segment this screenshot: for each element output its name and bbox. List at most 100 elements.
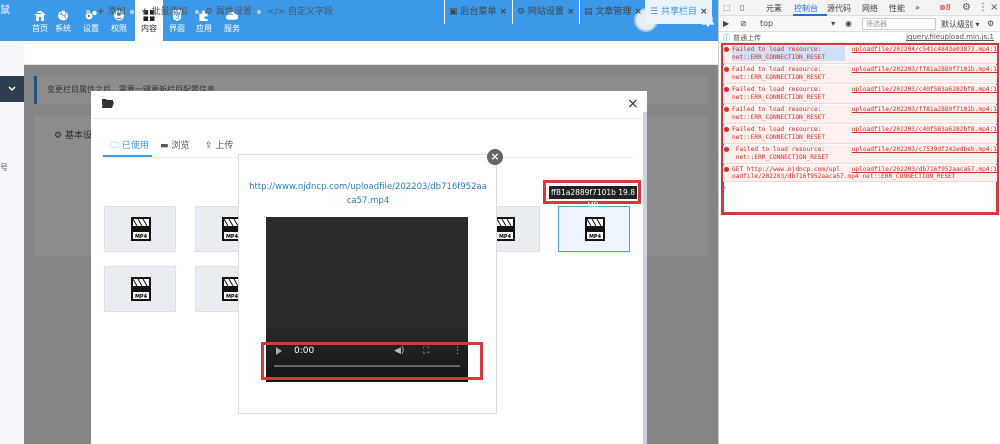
error-message: Failed to load resource: net::ERR_CONNEC… xyxy=(732,86,826,101)
tab-label: 上传 xyxy=(215,141,234,151)
kebab-menu-icon[interactable]: ⋮ xyxy=(978,2,988,13)
sidebar-item-active[interactable] xyxy=(0,76,24,102)
error-count: 8 xyxy=(945,3,951,12)
error-source-link[interactable]: uploadfile/202203/c7539df242edbeb.mp4:1 xyxy=(845,146,997,154)
error-source-link[interactable]: uploadfile/202203/c40f583a6282bf8.mp4:1 xyxy=(845,86,997,94)
list-icon: ☰ xyxy=(650,7,659,17)
error-icon xyxy=(724,147,729,152)
close-icon[interactable]: × xyxy=(634,7,642,17)
tab-site-settings[interactable]: ⚙ 网站设置 × xyxy=(512,0,579,24)
tab-add[interactable]: + 添加 xyxy=(97,0,125,24)
close-icon[interactable]: × xyxy=(990,2,998,13)
tab-browse[interactable]: ▬ 浏览 xyxy=(160,138,189,151)
window-icon: ▣ xyxy=(449,7,458,17)
devtools-tab-sources[interactable]: 源代码 xyxy=(827,3,851,14)
log-level-select[interactable]: 默认级别 ▾ xyxy=(941,19,980,30)
file-info-badge: ff81a2889f7101b 19.8 MB xyxy=(549,186,637,210)
mp4-file-icon: MP4 xyxy=(131,217,151,241)
tab-batch-add[interactable]: + 批量添加 xyxy=(141,0,187,24)
devtools-more-tabs[interactable]: » xyxy=(915,3,920,12)
tab-custom-fields[interactable]: </> 自定义字段 xyxy=(267,0,333,24)
tab-label: 添加 xyxy=(107,7,126,17)
mp4-file-icon: MP4 xyxy=(495,217,515,241)
filter-placeholder: 筛选器 xyxy=(866,20,887,28)
error-source-link[interactable]: uploadfile/202203/ff81a2889f7101b.mp4:1 xyxy=(845,66,997,74)
info-icon: ⓘ xyxy=(723,34,730,42)
clear-console-icon[interactable]: ⊘ xyxy=(740,19,747,28)
modal-header xyxy=(91,91,647,119)
mp4-file-icon: MP4 xyxy=(131,277,151,301)
console-settings-icon[interactable]: ⚙ xyxy=(987,19,994,28)
devtools-tab-network[interactable]: 网络 xyxy=(862,3,878,14)
nav-label: 应用 xyxy=(196,24,212,33)
list-icon: ☰ xyxy=(34,7,43,17)
error-source-link[interactable]: uploadfile/202203/c40f583a6282bf8.mp4:1 xyxy=(845,126,997,134)
tab-label: 自定义字段 xyxy=(288,7,334,17)
tab-label: 批量添加 xyxy=(151,7,188,17)
devtools-tab-console[interactable]: 控制台 xyxy=(794,3,818,14)
close-icon[interactable]: × xyxy=(499,7,507,17)
video-url: http://www.njdncp.com/uploadfile/202203/… xyxy=(249,182,487,206)
settings-gear-icon[interactable]: ⚙ xyxy=(962,2,971,13)
tab-bar xyxy=(24,41,718,65)
console-error-row: GET http://www.njdncp.com/upl uploadfile… xyxy=(723,165,997,182)
error-icon xyxy=(724,67,729,72)
console-error-row: Failed to load resource: net::ERR_CONNEC… xyxy=(723,145,997,164)
modal-close-button[interactable]: × xyxy=(627,96,639,112)
error-message: Failed to load resource: net::ERR_CONNEC… xyxy=(732,46,845,61)
devtools-tab-performance[interactable]: 性能 xyxy=(889,3,905,14)
tab-label: 共享栏目 xyxy=(660,7,697,17)
console-prompt[interactable]: › xyxy=(723,183,726,192)
file-thumbnail-selected[interactable]: MP4 xyxy=(558,206,630,252)
file-thumbnail[interactable]: MP4 xyxy=(104,206,176,252)
modal-scrollbar[interactable] xyxy=(643,112,647,444)
folder-open-icon xyxy=(102,99,114,108)
error-source-link[interactable]: uploadfile/202203/ff81a2889f7101b.mp4:1 xyxy=(845,106,997,114)
tab-column-manage[interactable]: ☰ 栏目管理 xyxy=(34,0,81,24)
tab-used[interactable]: 🗀 已使用 xyxy=(110,138,149,154)
video-link[interactable]: http://www.njdncp.com/uploadfile/202203/… xyxy=(248,180,488,208)
tab-attributes[interactable]: ⚙ 属性设置 xyxy=(205,0,252,24)
context-select[interactable]: top ▾ xyxy=(760,19,835,28)
error-message: Failed to load resource: net::ERR_CONNEC… xyxy=(732,106,826,121)
console-filter-input[interactable]: 筛选器 xyxy=(862,18,936,30)
nav-label: 服务 xyxy=(224,24,240,33)
close-icon[interactable]: × xyxy=(567,7,575,17)
error-icon xyxy=(724,167,729,172)
mp4-label: MP4 xyxy=(135,234,148,240)
info-source-link[interactable]: jquery.fileupload.min.js:1 xyxy=(906,33,994,41)
nav-label: 内容 xyxy=(141,24,157,33)
console-error-row: Failed to load resource: net::ERR_CONNEC… xyxy=(723,85,997,104)
file-thumbnail[interactable]: MP4 xyxy=(104,266,176,312)
tab-article-manage[interactable]: ▤ 文章管理 × xyxy=(579,0,646,24)
eye-icon[interactable]: ◉ xyxy=(845,19,852,28)
highlight-box xyxy=(261,342,483,380)
devtools-tab-elements[interactable]: 元素 xyxy=(766,3,782,14)
tab-backend-menu[interactable]: ▣ 后台菜单 × xyxy=(444,0,511,24)
tab-label: 网站设置 xyxy=(527,7,564,17)
error-source-link[interactable]: uploadfile/202204/c541c4843e03873.mp4:1 xyxy=(845,46,997,54)
mp4-file-icon: MP4 xyxy=(585,217,605,241)
tab-label: 后台菜单 xyxy=(460,7,497,17)
tab-separator-dot xyxy=(195,10,199,14)
mp4-label: MP4 xyxy=(226,294,239,300)
tab-separator-dot xyxy=(257,10,261,14)
folder-icon: ▬ xyxy=(160,141,169,151)
code-icon: </> xyxy=(267,7,286,17)
console-error-row: Failed to load resource: net::ERR_CONNEC… xyxy=(723,45,997,64)
error-counter[interactable]: ⊗8 xyxy=(939,3,951,12)
sidebar-toggle-icon[interactable]: ▶ xyxy=(723,19,729,28)
error-message: Failed to load resource: net::ERR_CONNEC… xyxy=(732,126,826,141)
sidebar-text: 号 xyxy=(0,163,8,172)
popup-close-button[interactable]: × xyxy=(487,149,503,165)
close-icon[interactable]: × xyxy=(700,7,708,17)
logo-text: 鼠 xyxy=(0,5,10,16)
upload-icon: ⇪ xyxy=(205,141,213,151)
tab-upload[interactable]: ⇪ 上传 xyxy=(205,138,233,151)
file-icon: ▤ xyxy=(584,7,593,17)
tab-separator-dot xyxy=(130,10,134,14)
inspect-icon[interactable]: ⬚ xyxy=(723,3,731,12)
tab-shared-columns[interactable]: ☰ 共享栏目 × xyxy=(645,0,712,24)
device-toggle-icon[interactable]: ▯ xyxy=(740,3,744,12)
devtools-tabbar xyxy=(719,0,1000,16)
